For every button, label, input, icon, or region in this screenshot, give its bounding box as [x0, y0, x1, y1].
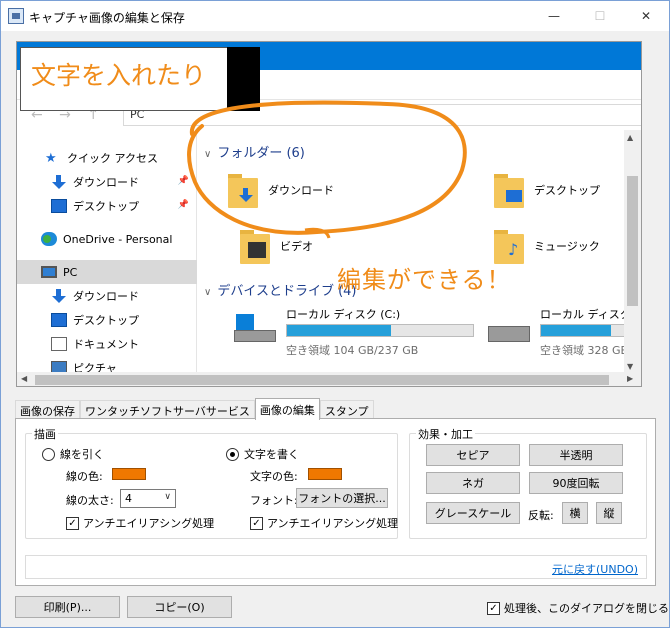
check-icon: ✓	[66, 516, 79, 530]
close-after-checkbox[interactable]: ✓ 処理後、このダイアログを閉じる	[487, 600, 669, 616]
undo-link[interactable]: 元に戻す(UNDO)	[552, 561, 638, 577]
effects-legend: 効果・加工	[416, 426, 475, 442]
tab-strip: 画像の保存 ワンタッチソフトサーバサービス 画像の編集 スタンプ	[15, 398, 374, 420]
line-width-label: 線の太さ:	[66, 494, 114, 507]
draw-text-radio[interactable]: 文字を書く	[226, 446, 299, 462]
check-icon: ✓	[250, 516, 263, 530]
flip-label: 反転:	[528, 509, 554, 522]
grayscale-button[interactable]: グレースケール	[426, 502, 520, 524]
close-button[interactable]: ✕	[623, 1, 669, 31]
edit-panel: 描画 線を引く 線の色: 線の太さ: 4 ∨ ✓ アンチエイリアシング処理 文字を書…	[15, 418, 656, 586]
tab-save-image[interactable]: 画像の保存	[15, 400, 80, 420]
flip-vertical-button[interactable]: 縦	[596, 502, 622, 524]
negative-button[interactable]: ネガ	[426, 472, 520, 494]
window-title: キャプチャ画像の編集と保存	[29, 11, 185, 25]
dialog-window: キャプチャ画像の編集と保存 — ☐ ✕ ← → ↑ PC 文字を入れたり ★ クイ…	[0, 0, 670, 628]
minimize-button[interactable]: —	[531, 1, 577, 31]
semi-transparent-button[interactable]: 半透明	[529, 444, 623, 466]
line-width-select[interactable]: 4 ∨	[120, 489, 176, 508]
draw-line-radio[interactable]: 線を引く	[42, 446, 104, 462]
font-label: フォント:	[250, 494, 298, 507]
maximize-button: ☐	[594, 9, 606, 23]
effects-group: 効果・加工 セピア 半透明 ネガ 90度回転 グレースケール 反転: 横 縦	[409, 426, 647, 539]
drawing-group: 描画 線を引く 線の色: 線の太さ: 4 ∨ ✓ アンチエイリアシング処理 文字を書…	[25, 426, 398, 539]
copy-button[interactable]: コピー(O)	[127, 596, 232, 618]
rotate-90-button[interactable]: 90度回転	[529, 472, 623, 494]
title-bar: キャプチャ画像の編集と保存 — ☐ ✕	[1, 1, 669, 31]
undo-bar: 元に戻す(UNDO)	[25, 555, 647, 579]
print-button[interactable]: 印刷(P)...	[15, 596, 120, 618]
chevron-down-icon: ∨	[164, 492, 171, 502]
check-icon: ✓	[487, 601, 500, 615]
font-select-button[interactable]: フォントの選択...	[296, 488, 388, 508]
radio-selected-icon	[226, 447, 239, 461]
app-icon	[8, 8, 24, 24]
tab-edit-image[interactable]: 画像の編集	[254, 398, 320, 420]
preview-image[interactable]: ← → ↑ PC 文字を入れたり ★ クイック アクセス ダウンロード 📌 デスクト…	[16, 41, 642, 387]
line-antialias-checkbox[interactable]: ✓ アンチエイリアシング処理	[66, 515, 214, 531]
tab-one-touch[interactable]: ワンタッチソフトサーバサービス	[80, 400, 255, 420]
tab-stamp[interactable]: スタンプ	[319, 400, 374, 420]
text-color-swatch[interactable]	[308, 468, 342, 480]
line-color-swatch[interactable]	[112, 468, 146, 480]
orange-ellipse-annotation	[187, 100, 467, 239]
text-antialias-checkbox[interactable]: ✓ アンチエイリアシング処理	[250, 515, 398, 531]
sepia-button[interactable]: セピア	[426, 444, 520, 466]
radio-icon	[42, 447, 55, 461]
text-color-label: 文字の色:	[250, 470, 298, 483]
line-color-label: 線の色:	[66, 470, 103, 483]
flip-horizontal-button[interactable]: 横	[562, 502, 588, 524]
annotation-text: 編集ができる！	[337, 266, 512, 294]
drawing-legend: 描画	[32, 426, 58, 442]
